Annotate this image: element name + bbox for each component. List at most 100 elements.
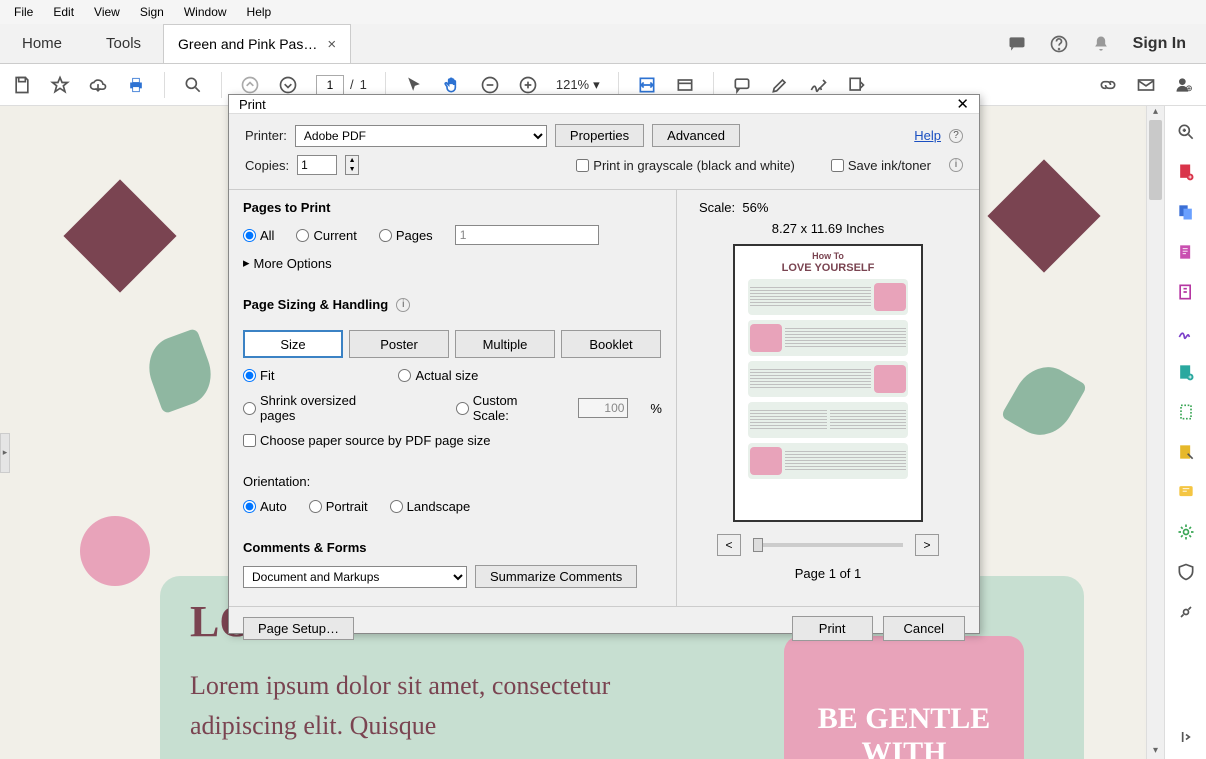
saveink-info-icon[interactable]: i — [949, 158, 963, 172]
menu-help[interactable]: Help — [237, 2, 282, 22]
search-icon[interactable] — [1176, 122, 1196, 142]
sizing-poster-button[interactable]: Poster — [349, 330, 449, 358]
radio-custom-scale[interactable]: Custom Scale: — [456, 393, 557, 423]
export-pdf-icon[interactable] — [1176, 282, 1196, 302]
fit-width-icon[interactable] — [637, 75, 657, 95]
star-icon[interactable] — [50, 75, 70, 95]
menu-sign[interactable]: Sign — [130, 2, 174, 22]
radio-fit[interactable]: Fit — [243, 368, 274, 383]
tab-close-icon[interactable]: × — [327, 36, 336, 53]
radio-portrait[interactable]: Portrait — [309, 499, 368, 514]
tab-tools[interactable]: Tools — [84, 24, 163, 63]
save-icon[interactable] — [12, 75, 32, 95]
help-link[interactable]: Help — [914, 128, 941, 143]
protect-icon[interactable] — [1176, 562, 1196, 582]
content-body: Lorem ipsum dolor sit amet, consectetur … — [190, 666, 660, 747]
preview-slider[interactable] — [753, 543, 903, 547]
scroll-thumb[interactable] — [1149, 120, 1162, 200]
compress-icon[interactable] — [1176, 402, 1196, 422]
pages-range-input[interactable] — [455, 225, 599, 245]
radio-current[interactable]: Current — [296, 228, 356, 243]
tab-bar: Home Tools Green and Pink Pas… × Sign In — [0, 24, 1206, 64]
tab-document[interactable]: Green and Pink Pas… × — [163, 24, 351, 63]
zoom-level[interactable]: 121% ▾ — [556, 77, 600, 93]
link-icon[interactable] — [1098, 75, 1118, 95]
page-up-icon[interactable] — [240, 75, 260, 95]
menu-edit[interactable]: Edit — [43, 2, 84, 22]
cloud-icon[interactable] — [88, 75, 108, 95]
stamp-icon[interactable] — [846, 75, 866, 95]
help-icon[interactable] — [1049, 34, 1069, 54]
menu-window[interactable]: Window — [174, 2, 237, 22]
saveink-checkbox[interactable]: Save ink/toner — [831, 158, 931, 173]
printer-select[interactable]: Adobe PDF — [295, 125, 547, 147]
radio-auto[interactable]: Auto — [243, 499, 287, 514]
cancel-button[interactable]: Cancel — [883, 616, 965, 641]
page-setup-button[interactable]: Page Setup… — [243, 617, 354, 640]
decoration-diamond — [987, 159, 1100, 272]
zoom-out-icon[interactable] — [480, 75, 500, 95]
signature-icon[interactable] — [808, 75, 828, 95]
combine-icon[interactable] — [1176, 202, 1196, 222]
tab-home[interactable]: Home — [0, 24, 84, 63]
create-pdf-icon[interactable] — [1176, 162, 1196, 182]
read-mode-icon[interactable] — [675, 75, 695, 95]
menu-file[interactable]: File — [4, 2, 43, 22]
gear-icon[interactable] — [1176, 522, 1196, 542]
zoom-search-icon[interactable] — [183, 75, 203, 95]
zoom-in-icon[interactable] — [518, 75, 538, 95]
highlight-icon[interactable] — [770, 75, 790, 95]
collapse-handle-left[interactable]: ▸ — [0, 433, 10, 473]
radio-shrink[interactable]: Shrink oversized pages — [243, 393, 394, 423]
hand-icon[interactable] — [442, 75, 462, 95]
organize-icon[interactable] — [1176, 362, 1196, 382]
share-person-icon[interactable] — [1174, 75, 1194, 95]
menu-view[interactable]: View — [84, 2, 130, 22]
comment-icon[interactable] — [732, 75, 752, 95]
page-current-input[interactable] — [316, 75, 344, 95]
advanced-button[interactable]: Advanced — [652, 124, 740, 147]
note-icon[interactable] — [1176, 482, 1196, 502]
scroll-down-arrow[interactable]: ▾ — [1147, 745, 1164, 759]
sizing-multiple-button[interactable]: Multiple — [455, 330, 555, 358]
sizing-size-button[interactable]: Size — [243, 330, 343, 358]
sizing-booklet-button[interactable]: Booklet — [561, 330, 661, 358]
choose-source-checkbox[interactable]: Choose paper source by PDF page size — [243, 433, 662, 448]
zoom-value: 121% — [556, 77, 589, 92]
grayscale-checkbox[interactable]: Print in grayscale (black and white) — [576, 158, 795, 173]
collapse-rail-icon[interactable] — [1176, 727, 1196, 747]
sign-in-button[interactable]: Sign In — [1133, 35, 1186, 53]
scroll-up-arrow[interactable]: ▴ — [1147, 106, 1164, 120]
comments-select[interactable]: Document and Markups — [243, 566, 467, 588]
vertical-scrollbar[interactable]: ▴ ▾ — [1146, 106, 1164, 759]
copies-spinner[interactable]: ▲▼ — [345, 155, 359, 175]
close-icon[interactable]: ✕ — [956, 95, 969, 113]
copies-input[interactable] — [297, 155, 337, 175]
print-icon[interactable] — [126, 75, 146, 95]
redact-icon[interactable] — [1176, 442, 1196, 462]
radio-all[interactable]: All — [243, 228, 274, 243]
tools-rail — [1164, 106, 1206, 759]
sizing-info-icon[interactable]: i — [396, 298, 410, 312]
edit-pdf-icon[interactable] — [1176, 242, 1196, 262]
preview-next-button[interactable]: > — [915, 534, 939, 556]
bell-icon[interactable] — [1091, 34, 1111, 54]
help-info-icon[interactable]: ? — [949, 129, 963, 143]
more-tools-icon[interactable] — [1176, 602, 1196, 622]
sign-icon[interactable] — [1176, 322, 1196, 342]
custom-scale-input[interactable] — [578, 398, 628, 418]
more-options-toggle[interactable]: ▸ More Options — [243, 255, 662, 271]
select-icon[interactable] — [404, 75, 424, 95]
tab-document-label: Green and Pink Pas… — [178, 36, 317, 52]
page-separator: / — [350, 77, 354, 92]
preview-prev-button[interactable]: < — [717, 534, 741, 556]
chat-icon[interactable] — [1007, 34, 1027, 54]
radio-actual[interactable]: Actual size — [398, 368, 478, 383]
properties-button[interactable]: Properties — [555, 124, 644, 147]
page-down-icon[interactable] — [278, 75, 298, 95]
radio-pages[interactable]: Pages — [379, 228, 433, 243]
mail-icon[interactable] — [1136, 75, 1156, 95]
radio-landscape[interactable]: Landscape — [390, 499, 471, 514]
summarize-button[interactable]: Summarize Comments — [475, 565, 637, 588]
print-button[interactable]: Print — [792, 616, 873, 641]
